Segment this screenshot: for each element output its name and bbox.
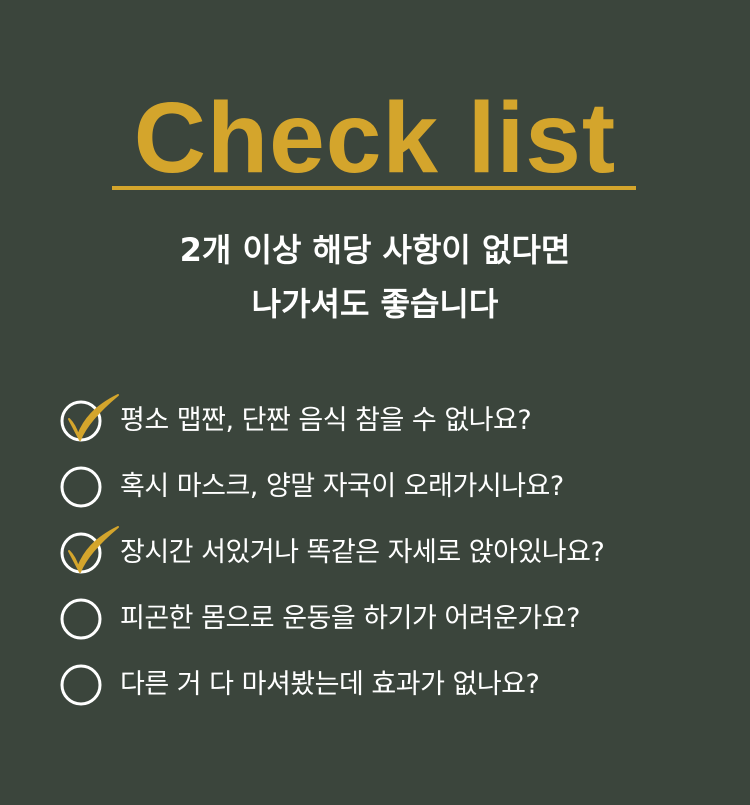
checklist-item-label: 다른 거 다 마셔봤는데 효과가 없나요? (120, 668, 540, 700)
checkbox-circle (60, 598, 102, 639)
checklist-item-label: 장시간 서있거나 똑같은 자세로 앉아있나요? (120, 536, 605, 568)
circle-icon (60, 598, 102, 639)
checkbox[interactable] (60, 598, 102, 640)
checklist: 평소 맵짠, 단짠 음식 참을 수 없나요? 혹시 마스크, 양말 자국이 오래… (60, 393, 740, 728)
checkbox[interactable] (60, 466, 102, 508)
circle-icon (60, 466, 102, 507)
checkbox[interactable] (60, 664, 102, 706)
checkbox[interactable] (60, 393, 119, 442)
circle-check-icon (60, 393, 119, 441)
checklist-item[interactable]: 장시간 서있거나 똑같은 자세로 앉아있나요? (60, 525, 740, 575)
checklist-item-label: 피곤한 몸으로 운동을 하기가 어려운가요? (120, 602, 580, 634)
circle-icon (60, 664, 102, 705)
checklist-item-label: 혹시 마스크, 양말 자국이 오래가시나요? (120, 470, 564, 502)
checklist-item-label: 평소 맵짠, 단짠 음식 참을 수 없나요? (120, 404, 532, 436)
checklist-item[interactable]: 다른 거 다 마셔봤는데 효과가 없나요? (60, 662, 740, 707)
checkbox[interactable] (60, 525, 119, 574)
subtitle-line-2: 나가셔도 좋습니다 (251, 285, 499, 323)
title-underline (112, 186, 636, 190)
checklist-item[interactable]: 피곤한 몸으로 운동을 하기가 어려운가요? (60, 596, 740, 641)
checkbox-circle (60, 664, 102, 705)
circle-check-icon (60, 525, 119, 573)
checkbox-circle (60, 466, 102, 507)
checklist-item[interactable]: 혹시 마스크, 양말 자국이 오래가시나요? (60, 464, 740, 509)
page-title: Check list (133, 82, 617, 194)
checklist-item[interactable]: 평소 맵짠, 단짠 음식 참을 수 없나요? (60, 393, 740, 443)
subtitle-line-1: 2개 이상 해당 사항이 없다면 (179, 231, 571, 269)
